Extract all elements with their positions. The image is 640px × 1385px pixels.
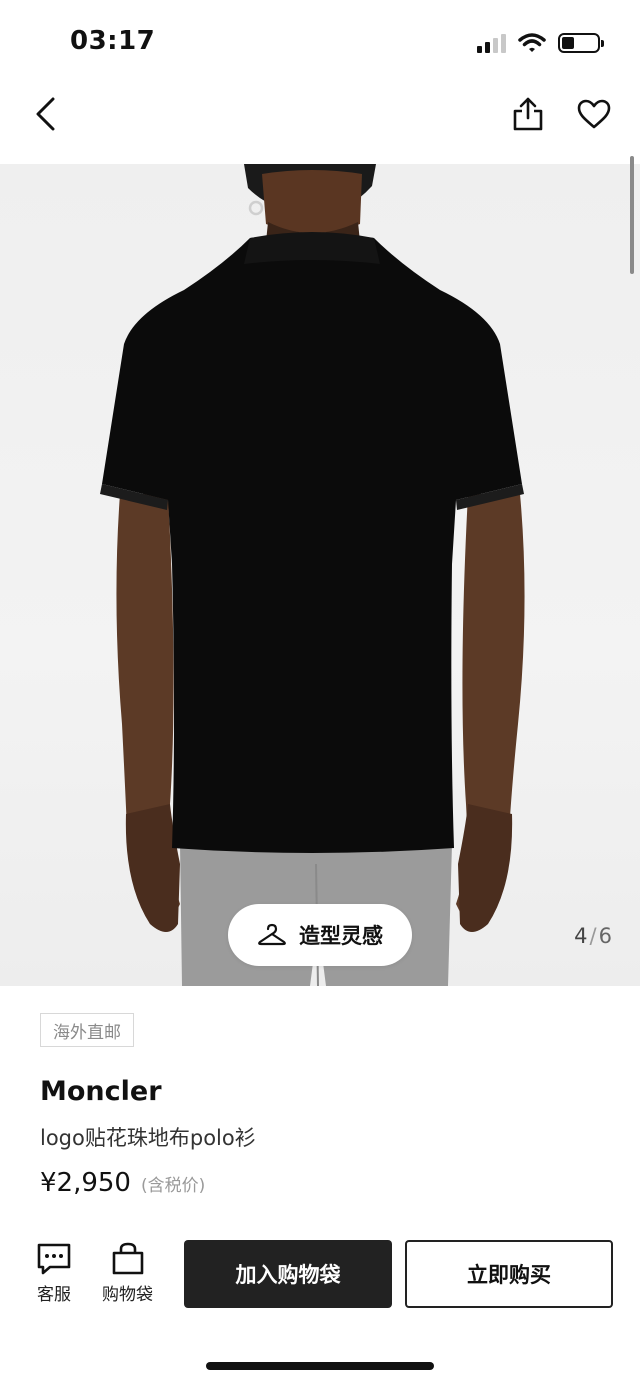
- battery-level: [562, 37, 574, 49]
- bottom-action-bar: 客服 购物袋 加入购物袋 立即购买: [0, 1230, 640, 1320]
- chat-icon: [37, 1243, 71, 1275]
- cellular-signal-icon: [477, 33, 506, 53]
- hanger-icon: [258, 923, 286, 946]
- battery-icon: [558, 33, 604, 53]
- image-pager: 4/6: [574, 924, 612, 948]
- shopping-bag-icon: [112, 1242, 143, 1275]
- status-bar: 03:17: [0, 0, 640, 80]
- tax-note: (含税价): [140, 1176, 206, 1196]
- heart-icon: [577, 99, 611, 129]
- page-scrollbar[interactable]: [630, 156, 634, 274]
- customer-service-label: 客服: [37, 1285, 71, 1305]
- back-button[interactable]: [24, 92, 68, 136]
- price-row: ¥2,950 (含税价): [40, 1168, 205, 1198]
- buy-now-button[interactable]: 立即购买: [405, 1240, 613, 1308]
- home-indicator[interactable]: [206, 1362, 434, 1370]
- customer-service-button[interactable]: 客服: [36, 1242, 72, 1305]
- status-time: 03:17: [70, 26, 156, 56]
- style-inspiration-label: 造型灵感: [299, 924, 383, 948]
- pager-current: 4: [574, 924, 588, 948]
- pager-separator: /: [589, 924, 597, 948]
- nav-bar: [0, 80, 640, 164]
- product-photo-illustration: [100, 164, 525, 986]
- product-title: logo贴花珠地布polo衫: [40, 1126, 256, 1150]
- shopping-bag-button[interactable]: 购物袋: [102, 1242, 153, 1305]
- product-image[interactable]: [0, 164, 640, 986]
- product-price: ¥2,950: [40, 1168, 131, 1198]
- overseas-direct-badge: 海外直邮: [40, 1013, 134, 1047]
- status-icons: [477, 30, 604, 56]
- favorite-button[interactable]: [572, 92, 616, 136]
- share-icon: [513, 97, 543, 131]
- chevron-left-icon: [36, 97, 55, 131]
- pager-total: 6: [598, 924, 612, 948]
- add-to-bag-button[interactable]: 加入购物袋: [184, 1240, 392, 1308]
- brand-name[interactable]: Moncler: [40, 1076, 162, 1107]
- wifi-icon: [518, 33, 546, 52]
- shopping-bag-label: 购物袋: [102, 1285, 153, 1305]
- share-button[interactable]: [506, 92, 550, 136]
- style-inspiration-button[interactable]: 造型灵感: [228, 904, 412, 966]
